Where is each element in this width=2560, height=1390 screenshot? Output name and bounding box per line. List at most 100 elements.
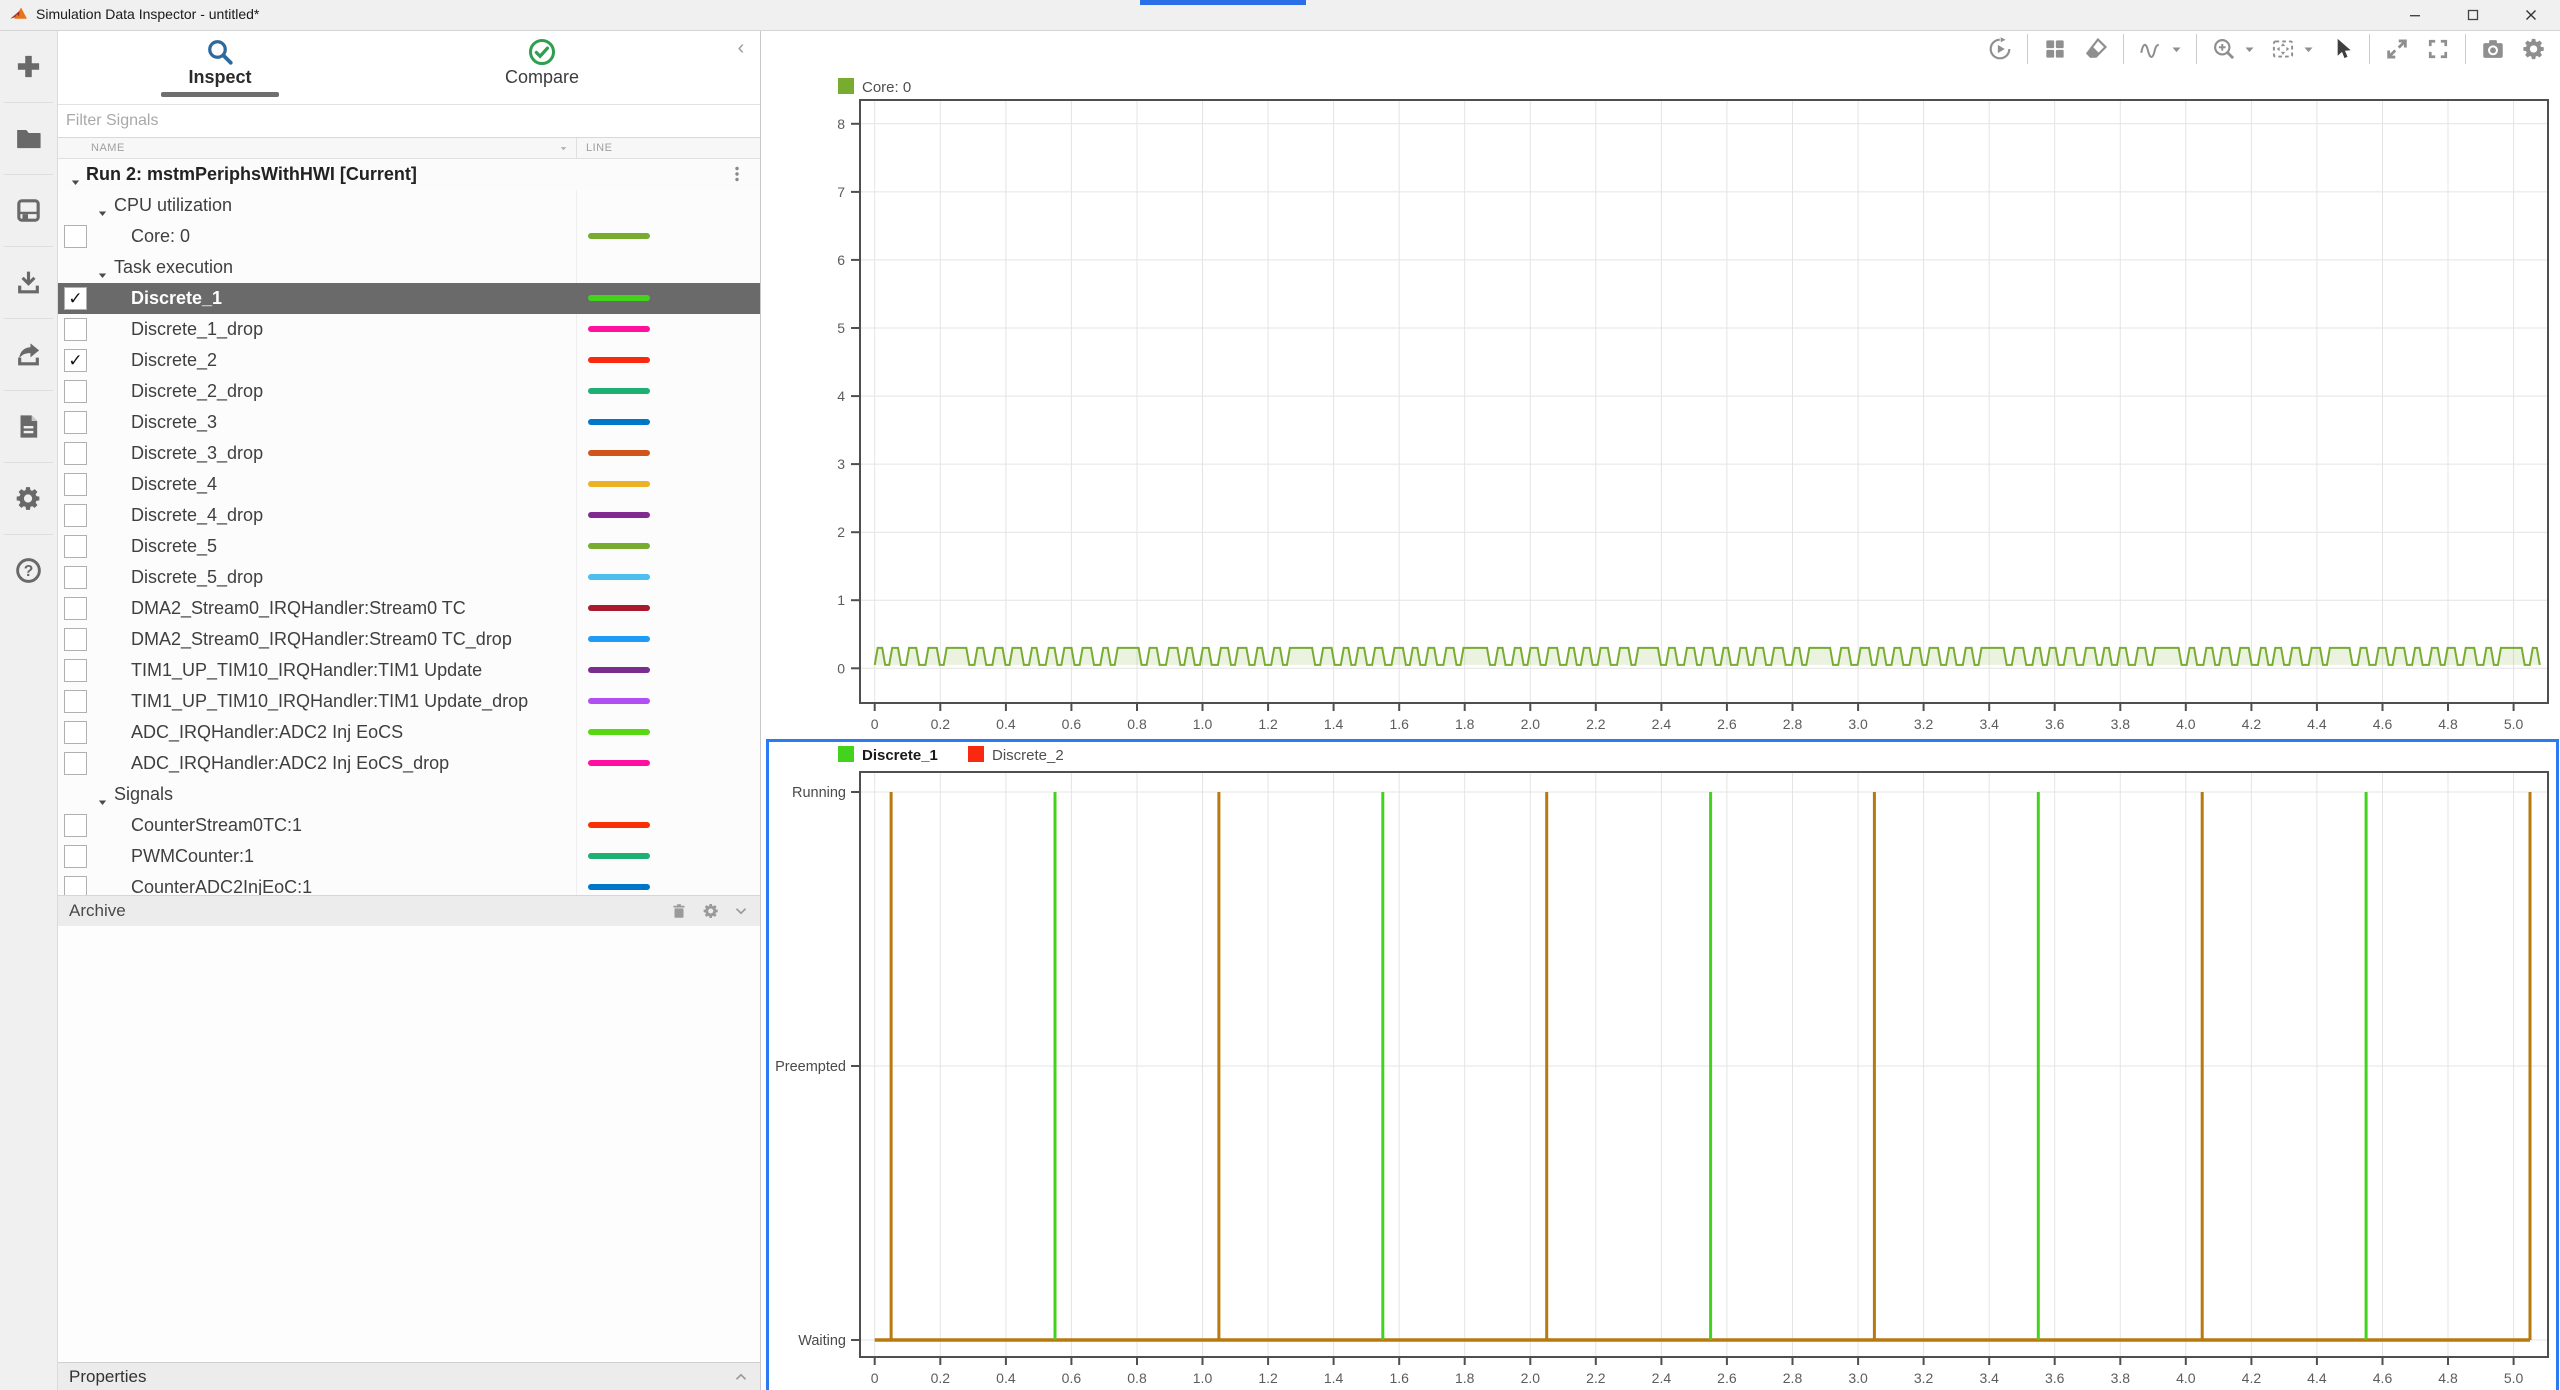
signal-checkbox[interactable] <box>64 690 87 713</box>
run-menu-kebab-icon[interactable] <box>728 165 746 183</box>
line-style-swatch[interactable] <box>588 233 650 239</box>
signal-row[interactable]: Discrete_5_drop <box>58 562 760 594</box>
replay-button[interactable] <box>1986 35 2014 63</box>
signal-row[interactable]: CounterStream0TC:1 <box>58 810 760 842</box>
subplot-cpu-utilization[interactable]: 01234567800.20.40.60.81.01.21.41.61.82.0… <box>760 75 2560 737</box>
cpu-utilization-chart[interactable]: 01234567800.20.40.60.81.01.21.41.61.82.0… <box>760 75 2560 737</box>
close-button[interactable] <box>2502 0 2560 30</box>
save-button[interactable] <box>0 175 57 246</box>
line-style-swatch[interactable] <box>588 295 650 301</box>
signal-checkbox[interactable] <box>64 225 87 248</box>
signal-row[interactable]: Discrete_3_drop <box>58 438 760 470</box>
signal-wave-button[interactable] <box>2137 35 2165 63</box>
line-style-swatch[interactable] <box>588 760 650 766</box>
tab-compare[interactable]: Compare <box>442 31 642 93</box>
group-row[interactable]: CPU utilization <box>58 190 760 222</box>
signal-row[interactable]: ADC_IRQHandler:ADC2 Inj EoCS <box>58 717 760 749</box>
group-row[interactable]: Task execution <box>58 252 760 284</box>
line-style-swatch[interactable] <box>588 729 650 735</box>
signal-row[interactable]: TIM1_UP_TIM10_IRQHandler:TIM1 Update <box>58 655 760 687</box>
signal-checkbox[interactable] <box>64 566 87 589</box>
signal-checkbox[interactable] <box>64 628 87 651</box>
fullscreen-button[interactable] <box>2424 35 2452 63</box>
signal-checkbox[interactable] <box>64 752 87 775</box>
filter-signals-input[interactable] <box>58 104 760 138</box>
export-button[interactable] <box>0 319 57 390</box>
signal-row[interactable]: Discrete_3 <box>58 407 760 439</box>
zoom-button[interactable] <box>2210 35 2238 63</box>
chevron-up-icon[interactable] <box>732 1368 750 1386</box>
signal-row[interactable]: ADC_IRQHandler:ADC2 Inj EoCS_drop <box>58 748 760 780</box>
line-style-swatch[interactable] <box>588 605 650 611</box>
help-button[interactable]: ? <box>0 535 57 606</box>
archive-header[interactable]: Archive <box>58 895 760 927</box>
cursor-button[interactable] <box>2328 35 2356 63</box>
signal-checkbox[interactable]: ✓ <box>64 349 87 372</box>
tree-expand-caret-icon[interactable] <box>96 207 109 220</box>
signal-row[interactable]: DMA2_Stream0_IRQHandler:Stream0 TC <box>58 593 760 625</box>
signal-checkbox[interactable] <box>64 473 87 496</box>
signal-row[interactable]: DMA2_Stream0_IRQHandler:Stream0 TC_drop <box>58 624 760 656</box>
open-button[interactable] <box>0 103 57 174</box>
signal-row[interactable]: Discrete_2_drop <box>58 376 760 408</box>
eraser-button[interactable] <box>2082 35 2110 63</box>
minimize-button[interactable] <box>2386 0 2444 30</box>
tree-expand-caret-icon[interactable] <box>69 176 82 189</box>
signal-checkbox[interactable] <box>64 597 87 620</box>
signal-row[interactable]: ✓Discrete_2 <box>58 345 760 377</box>
signal-row[interactable]: TIM1_UP_TIM10_IRQHandler:TIM1 Update_dro… <box>58 686 760 718</box>
fit-view-dropdown-caret[interactable] <box>2302 43 2315 56</box>
create-report-button[interactable] <box>0 391 57 462</box>
tree-expand-caret-icon[interactable] <box>96 796 109 809</box>
signal-checkbox[interactable] <box>64 814 87 837</box>
maximize-button[interactable] <box>2444 0 2502 30</box>
subplot-task-execution[interactable]: RunningPreemptedWaiting00.20.40.60.81.01… <box>760 737 2560 1390</box>
signal-row[interactable]: Discrete_4_drop <box>58 500 760 532</box>
line-style-swatch[interactable] <box>588 450 650 456</box>
line-style-swatch[interactable] <box>588 698 650 704</box>
trash-icon[interactable] <box>670 902 688 920</box>
properties-header[interactable]: Properties <box>58 1362 760 1390</box>
archive-settings-gear-icon[interactable] <box>702 902 720 920</box>
task-execution-chart[interactable]: RunningPreemptedWaiting00.20.40.60.81.01… <box>760 737 2560 1390</box>
signal-row[interactable]: Discrete_5 <box>58 531 760 563</box>
preferences-button[interactable] <box>0 463 57 534</box>
signal-checkbox[interactable] <box>64 721 87 744</box>
line-style-swatch[interactable] <box>588 357 650 363</box>
line-style-swatch[interactable] <box>588 667 650 673</box>
signal-checkbox[interactable]: ✓ <box>64 287 87 310</box>
expand-button[interactable] <box>2383 35 2411 63</box>
zoom-dropdown-caret[interactable] <box>2243 43 2256 56</box>
signal-checkbox[interactable] <box>64 318 87 341</box>
chevron-down-icon[interactable] <box>732 902 750 920</box>
signal-checkbox[interactable] <box>64 845 87 868</box>
line-style-swatch[interactable] <box>588 512 650 518</box>
tree-expand-caret-icon[interactable] <box>96 269 109 282</box>
add-button[interactable] <box>0 31 57 102</box>
line-style-swatch[interactable] <box>588 388 650 394</box>
signal-checkbox[interactable] <box>64 659 87 682</box>
signal-checkbox[interactable] <box>64 411 87 434</box>
line-style-swatch[interactable] <box>588 853 650 859</box>
line-style-swatch[interactable] <box>588 419 650 425</box>
line-style-swatch[interactable] <box>588 481 650 487</box>
signal-row[interactable]: ✓Discrete_1 <box>58 283 760 315</box>
signal-checkbox[interactable] <box>64 504 87 527</box>
group-row[interactable]: Signals <box>58 779 760 811</box>
camera-button[interactable] <box>2479 35 2507 63</box>
signal-checkbox[interactable] <box>64 442 87 465</box>
signal-checkbox[interactable] <box>64 380 87 403</box>
sort-caret-icon[interactable] <box>558 143 569 154</box>
run-row[interactable]: Run 2: mstmPeriphsWithHWI [Current] <box>58 159 760 191</box>
line-style-swatch[interactable] <box>588 822 650 828</box>
fit-view-button[interactable] <box>2269 35 2297 63</box>
column-name[interactable]: NAME <box>91 142 125 154</box>
signal-checkbox[interactable] <box>64 535 87 558</box>
signal-row[interactable]: Core: 0 <box>58 221 760 253</box>
signal-row[interactable]: PWMCounter:1 <box>58 841 760 873</box>
layout-grid-button[interactable] <box>2041 35 2069 63</box>
line-style-swatch[interactable] <box>588 574 650 580</box>
gear-button[interactable] <box>2520 35 2548 63</box>
line-style-swatch[interactable] <box>588 543 650 549</box>
collapse-panel-button[interactable]: ‹ <box>730 37 752 59</box>
